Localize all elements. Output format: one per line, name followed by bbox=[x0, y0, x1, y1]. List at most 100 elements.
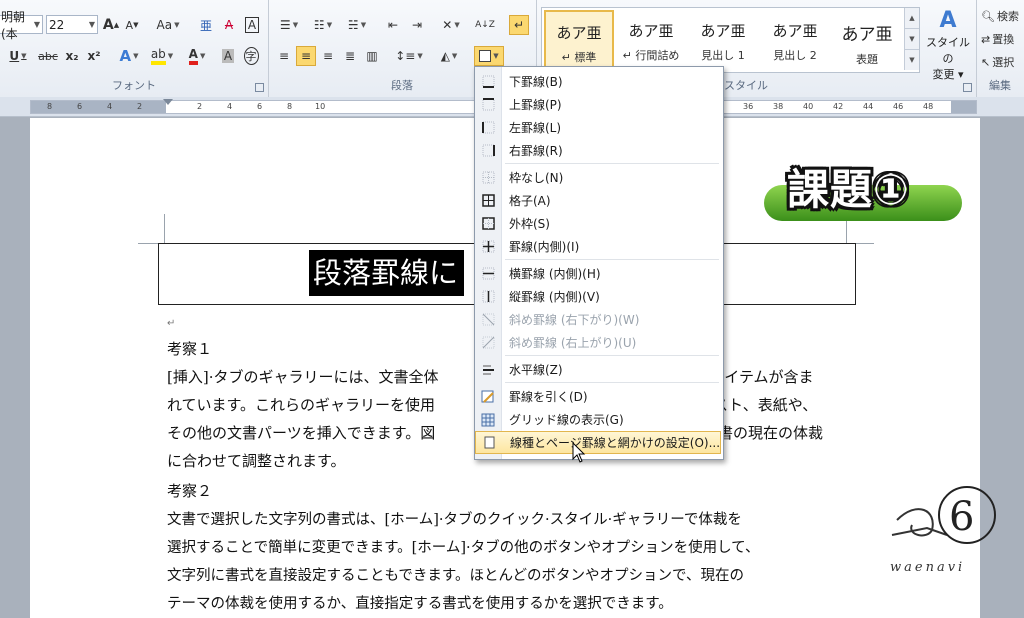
style-heading-1[interactable]: あア亜 見出し 1 bbox=[688, 10, 758, 68]
align-left-button[interactable]: ≡ bbox=[274, 46, 294, 66]
bottom-border-icon bbox=[475, 70, 501, 93]
menu-item-all-borders[interactable]: 格子(A) bbox=[475, 189, 721, 212]
search-icon: 🔍︎ bbox=[981, 9, 995, 23]
scroll-down-icon[interactable]: ▼ bbox=[905, 29, 919, 50]
menu-item-bottom-border[interactable]: 下罫線(B) bbox=[475, 70, 721, 93]
menu-item-top-border[interactable]: 上罫線(P) bbox=[475, 93, 721, 116]
font-group: 明朝 (本 ▼ 22 ▼ A▲ A▼ Aa▼ 亜 A A U▼ abc bbox=[0, 0, 269, 97]
menu-item-view-gridlines[interactable]: グリッド線の表示(G) bbox=[475, 408, 721, 431]
text-effects-button[interactable]: A ▼ bbox=[114, 46, 144, 66]
align-right-button[interactable]: ≡ bbox=[318, 46, 338, 66]
align-center-button[interactable]: ≡ bbox=[296, 46, 316, 66]
menu-item-outside-borders[interactable]: 外枠(S) bbox=[475, 212, 721, 235]
line-spacing-button[interactable]: ↕≡ ▼ bbox=[394, 46, 424, 66]
sort-icon: A↓Z bbox=[475, 20, 495, 30]
chevron-down-icon: ▼ bbox=[33, 20, 40, 29]
menu-item-left-border[interactable]: 左罫線(L) bbox=[475, 116, 721, 139]
highlight-button[interactable]: ab ▼ bbox=[146, 46, 178, 66]
menu-item-horizontal-line[interactable]: 水平線(Z) bbox=[475, 358, 721, 381]
change-styles-button[interactable]: A スタイルの 変更 ▾ bbox=[921, 8, 975, 81]
ruler-number: 42 bbox=[833, 102, 844, 111]
shrink-font-button[interactable]: A ▼ bbox=[122, 15, 142, 35]
menu-item-right-border[interactable]: 右罫線(R) bbox=[475, 139, 721, 162]
phonetic-guide-button[interactable]: 亜 bbox=[196, 15, 216, 35]
menu-item-diagonal-up: 斜め罫線 (右上がり)(U) bbox=[475, 331, 721, 354]
decrease-indent-button[interactable]: ⇤ bbox=[382, 15, 404, 35]
enclose-characters-button[interactable]: 字 bbox=[241, 46, 261, 66]
grow-font-button[interactable]: A ▲ bbox=[101, 15, 121, 35]
multilevel-list-button[interactable]: ☵ ▼ bbox=[342, 15, 372, 35]
show-marks-button[interactable]: ↵ bbox=[509, 15, 529, 35]
menu-item-label: 枠なし(N) bbox=[509, 171, 564, 185]
menu-item-inside-horizontal[interactable]: 横罫線 (内側)(H) bbox=[475, 262, 721, 285]
styles-scroll[interactable]: ▲ ▼ ▼ bbox=[904, 8, 919, 70]
menu-item-label: 外枠(S) bbox=[509, 217, 550, 231]
watermark-text: waenavi bbox=[890, 560, 966, 575]
menu-item-label: 右罫線(R) bbox=[509, 144, 563, 158]
style-no-spacing[interactable]: あア亜 ↵ 行間詰め bbox=[616, 10, 686, 68]
shading-button[interactable]: ◭ ▼ bbox=[434, 46, 464, 66]
menu-item-no-border[interactable]: 枠なし(N) bbox=[475, 166, 721, 189]
bullets-button[interactable]: ☰ ▼ bbox=[274, 15, 304, 35]
borders-button[interactable]: ▼ bbox=[474, 46, 504, 66]
character-shading-button[interactable]: A bbox=[219, 46, 237, 66]
numbering-button[interactable]: ☷ ▼ bbox=[308, 15, 338, 35]
increase-indent-button[interactable]: ⇥ bbox=[406, 15, 428, 35]
highlight-icon: ab bbox=[150, 47, 166, 65]
menu-item-label: 罫線を引く(D) bbox=[509, 390, 588, 404]
ruler-number: 10 bbox=[315, 102, 326, 111]
underline-icon: U bbox=[9, 49, 20, 63]
subscript-button[interactable]: x₂ bbox=[62, 46, 82, 66]
font-dialog-launcher[interactable] bbox=[255, 83, 264, 92]
character-border-button[interactable]: A bbox=[242, 15, 262, 35]
strikethrough-button[interactable]: abc bbox=[36, 46, 60, 66]
select-button[interactable]: ↖ 選択 bbox=[980, 52, 1024, 72]
style-normal[interactable]: あア亜 ↵ 標準 bbox=[544, 10, 614, 68]
distributed-icon: ▥ bbox=[366, 49, 378, 63]
menu-item-label: 上罫線(P) bbox=[509, 98, 562, 112]
change-case-button[interactable]: Aa ▼ bbox=[153, 15, 183, 35]
superscript-button[interactable]: x² bbox=[84, 46, 104, 66]
scroll-up-icon[interactable]: ▲ bbox=[905, 8, 919, 29]
style-preview: あア亜 bbox=[628, 22, 674, 40]
ruler-number: 48 bbox=[923, 102, 934, 111]
sort-button[interactable]: A↓Z bbox=[474, 15, 496, 35]
menu-item-label: 縦罫線 (内側)(V) bbox=[509, 290, 600, 304]
menu-item-inside-vertical[interactable]: 縦罫線 (内側)(V) bbox=[475, 285, 721, 308]
menu-item-inside-borders[interactable]: 罫線(内側)(I) bbox=[475, 235, 721, 258]
find-button[interactable]: 🔍︎ 検索 bbox=[980, 6, 1024, 26]
font-color-icon: A bbox=[188, 47, 198, 65]
change-case-icon: Aa bbox=[156, 18, 173, 32]
style-title[interactable]: あア亜 表題 bbox=[832, 10, 902, 68]
borders-dropdown-menu: 下罫線(B) 上罫線(P) 左罫線(L) 右罫線(R) 枠なし(N) 格子(A)… bbox=[474, 66, 724, 460]
font-size-combo[interactable]: 22 ▼ bbox=[46, 15, 98, 34]
body-line: [挿入]·タブのギャラリーには、文書全体 bbox=[167, 368, 439, 386]
body-line: れています。これらのギャラリーを使用 bbox=[167, 396, 436, 414]
style-name: 表題 bbox=[856, 53, 878, 66]
line-spacing-icon: ↕≡ bbox=[395, 49, 416, 63]
menu-item-borders-and-shading[interactable]: 線種とページ罫線と網かけの設定(O)... bbox=[475, 431, 721, 454]
menu-item-draw-table[interactable]: 罫線を引く(D) bbox=[475, 385, 721, 408]
justify-button[interactable]: ≣ bbox=[340, 46, 360, 66]
ruler-number: 2 bbox=[137, 102, 143, 111]
strikethrough-icon: abc bbox=[38, 49, 58, 63]
asian-layout-button[interactable]: ✕ ▼ bbox=[436, 15, 466, 35]
styles-dialog-launcher[interactable] bbox=[963, 83, 972, 92]
justify-icon: ≣ bbox=[344, 49, 356, 63]
replace-button[interactable]: ⇄ 置換 bbox=[980, 29, 1024, 49]
paragraph-mark-icon: ↵ bbox=[167, 318, 176, 329]
font-color-button[interactable]: A ▼ bbox=[182, 46, 212, 66]
clear-format-button[interactable]: A bbox=[219, 15, 239, 35]
menu-item-label: 罫線(内側)(I) bbox=[509, 240, 580, 254]
right-border-icon bbox=[475, 139, 501, 162]
underline-button[interactable]: U ▼ bbox=[3, 46, 33, 66]
mouse-pointer-icon bbox=[572, 442, 586, 463]
distributed-button[interactable]: ▥ bbox=[362, 46, 382, 66]
indent-marker[interactable] bbox=[163, 99, 173, 105]
menu-item-label: 水平線(Z) bbox=[509, 363, 563, 377]
style-heading-2[interactable]: あア亜 見出し 2 bbox=[760, 10, 830, 68]
font-name-combo[interactable]: 明朝 (本 ▼ bbox=[0, 10, 43, 41]
select-label: 選択 bbox=[992, 56, 1015, 69]
more-styles-icon[interactable]: ▼ bbox=[905, 50, 919, 70]
selected-title-text[interactable]: 段落罫線に bbox=[309, 250, 465, 296]
